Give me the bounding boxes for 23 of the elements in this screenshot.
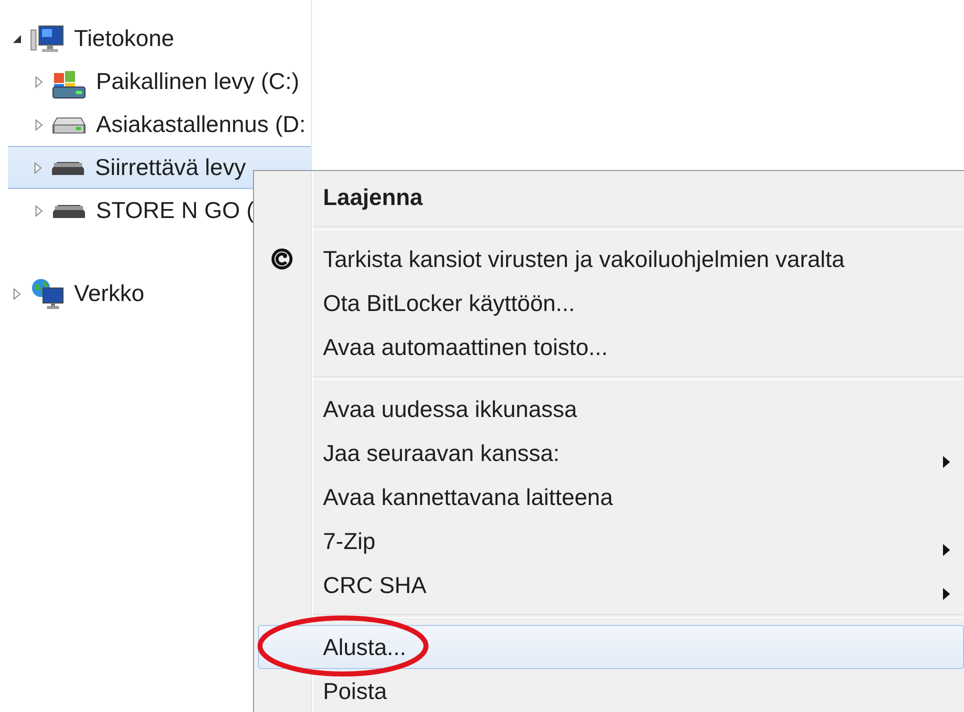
tree-item[interactable]: Tietokone <box>8 17 311 60</box>
menu-item[interactable]: 7-Zip <box>258 519 964 563</box>
tree-item[interactable]: Paikallinen levy (C:) <box>8 60 311 103</box>
menu-item[interactable]: Avaa automaattinen toisto... <box>258 325 964 369</box>
collapsed-arrow-icon[interactable] <box>13 288 21 300</box>
collapsed-arrow-icon[interactable] <box>35 76 43 88</box>
removable-drive-icon <box>52 202 86 218</box>
collapsed-arrow-icon[interactable] <box>35 204 43 216</box>
tree-item[interactable]: Siirrettävä levy <box>8 146 311 189</box>
network-icon <box>30 278 64 310</box>
drive-icon <box>52 114 86 134</box>
expanded-arrow-icon[interactable] <box>12 34 22 44</box>
tree-item[interactable]: Asiakastallennus (D: <box>8 103 311 146</box>
menu-item[interactable]: Avaa uudessa ikkunassa <box>258 387 964 431</box>
menu-item[interactable]: Jaa seuraavan kanssa: <box>258 431 964 475</box>
collapsed-arrow-icon[interactable] <box>35 118 43 130</box>
menu-item[interactable]: Avaa kannettavana laitteena <box>258 475 964 519</box>
collapsed-arrow-icon[interactable] <box>34 162 42 174</box>
computer-icon <box>30 24 64 54</box>
menu-item[interactable]: CRC SHA <box>258 563 964 607</box>
menu-item[interactable]: Poista <box>258 669 964 712</box>
removable-drive-icon <box>51 160 85 176</box>
menu-item[interactable]: Alusta... <box>258 625 964 669</box>
